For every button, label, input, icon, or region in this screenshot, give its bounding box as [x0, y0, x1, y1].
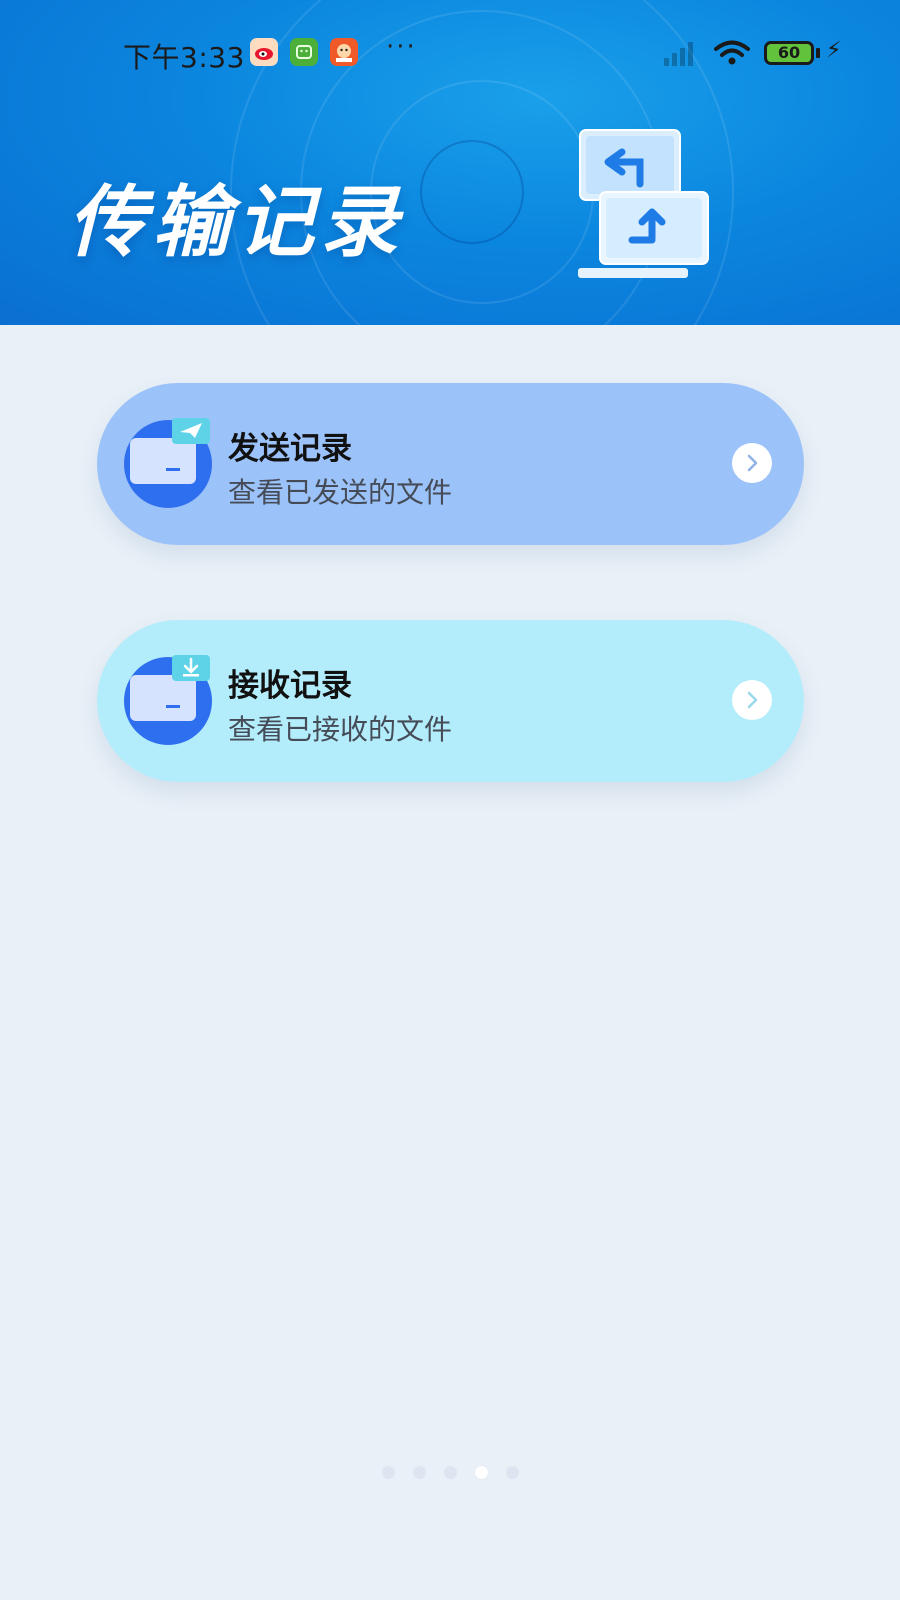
header-banner: 下午3:33 ··· 60 ⚡ 传输记录	[0, 0, 900, 325]
wifi-icon	[714, 40, 750, 65]
page-dot[interactable]	[444, 1466, 457, 1479]
receive-record-title: 接收记录	[228, 668, 352, 704]
page-dot[interactable]	[413, 1466, 426, 1479]
send-record-subtitle: 查看已发送的文件	[228, 476, 453, 509]
receive-record-subtitle: 查看已接收的文件	[228, 713, 453, 746]
page-dot[interactable]	[382, 1466, 395, 1479]
more-notifications-icon: ···	[386, 32, 417, 62]
chevron-right-icon[interactable]	[732, 443, 772, 483]
send-record-icon	[124, 418, 212, 508]
weibo-icon	[250, 38, 278, 66]
send-record-title: 发送记录	[228, 431, 352, 467]
receive-record-card[interactable]: 接收记录 查看已接收的文件	[97, 620, 804, 782]
cellular-signal-icon	[664, 42, 693, 66]
battery-tip	[816, 48, 820, 58]
page-dot-active[interactable]	[475, 1466, 488, 1479]
cartoon-app-icon	[330, 38, 358, 66]
page-indicator	[0, 1462, 900, 1482]
send-record-card[interactable]: 发送记录 查看已发送的文件	[97, 383, 804, 545]
battery-indicator: 60	[764, 41, 814, 65]
status-time: 下午3:33	[123, 41, 245, 74]
chevron-right-icon[interactable]	[732, 680, 772, 720]
page-title: 传输记录	[68, 178, 405, 268]
transfer-computer-icon	[578, 129, 709, 278]
page-dot[interactable]	[506, 1466, 519, 1479]
status-bar: 下午3:33 ··· 60 ⚡	[0, 28, 900, 78]
green-app-icon	[290, 38, 318, 66]
charging-icon: ⚡	[826, 38, 842, 63]
receive-record-icon	[124, 655, 212, 745]
